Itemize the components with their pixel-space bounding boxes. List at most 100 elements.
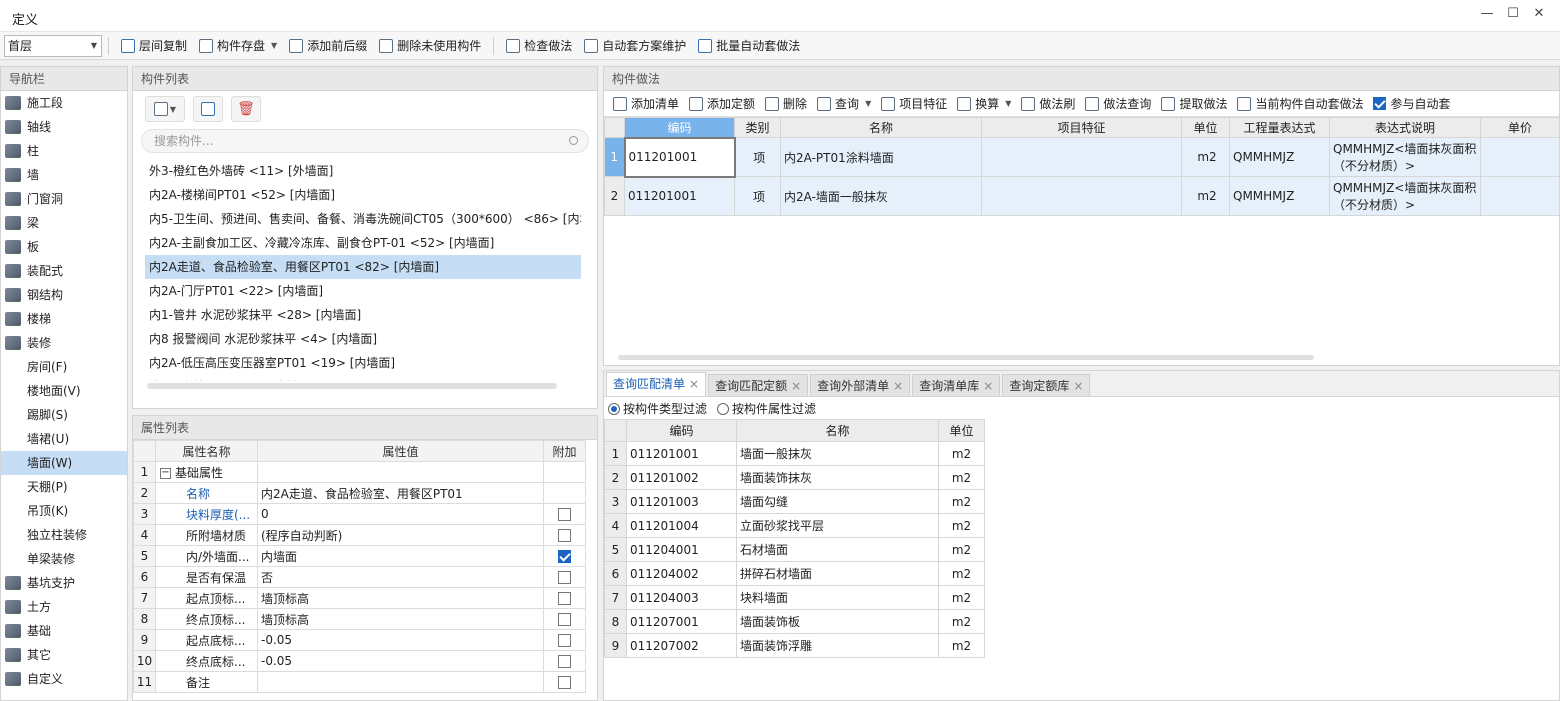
copy-between-floors-button[interactable]: 层间复制 bbox=[115, 35, 193, 57]
copy-component-button[interactable] bbox=[193, 96, 223, 122]
table-row[interactable]: 6 是否有保温否 bbox=[133, 566, 586, 588]
method-tool-button[interactable]: 项目特征 bbox=[876, 93, 952, 115]
nav-item[interactable]: 其它 bbox=[1, 643, 127, 667]
nav-item[interactable]: 土方 bbox=[1, 595, 127, 619]
nav-item[interactable]: 门窗洞 bbox=[1, 187, 127, 211]
property-value[interactable]: 否 bbox=[257, 566, 544, 588]
filter-by-type-radio[interactable]: 按构件类型过滤 bbox=[608, 400, 707, 417]
table-row[interactable]: 10 终点底标... -0.05 bbox=[133, 650, 586, 672]
component-item[interactable]: 内2A走道、食品检验室、用餐区PT01 <82> [内墙面] bbox=[145, 255, 581, 279]
method-tool-button[interactable]: 参与自动套 bbox=[1368, 93, 1455, 115]
nav-subitem[interactable]: 房间(F) bbox=[1, 355, 127, 379]
cell-type[interactable]: 项 bbox=[734, 137, 781, 177]
cell-type[interactable]: 项 bbox=[734, 176, 781, 216]
check-method-button[interactable]: 检查做法 bbox=[500, 35, 578, 57]
horizontal-scrollbar[interactable] bbox=[147, 383, 557, 389]
extra-checkbox[interactable] bbox=[558, 676, 571, 689]
cell-code[interactable]: 011201001 bbox=[623, 136, 736, 178]
component-item[interactable]: 内1-管井 水泥砂浆抹平 <28> [内墙面] bbox=[133, 303, 581, 327]
method-tool-button[interactable]: 删除 bbox=[760, 93, 812, 115]
cell-desc[interactable]: QMMHMJZ<墙面抹灰面积（不分材质）> bbox=[1329, 176, 1481, 216]
horizontal-scrollbar[interactable] bbox=[618, 355, 1314, 360]
property-value[interactable]: 内2A走道、食品检验室、用餐区PT01 bbox=[257, 482, 544, 504]
component-item[interactable]: 内2A-主副食加工区、冷藏冷冻库、副食仓PT-01 <52> [内墙面] bbox=[133, 231, 581, 255]
method-tool-button[interactable]: 提取做法 bbox=[1156, 93, 1232, 115]
nav-subitem[interactable]: 独立柱装修 bbox=[1, 523, 127, 547]
floor-select[interactable]: 首层 ▼ bbox=[4, 34, 102, 57]
delete-component-button[interactable]: 🗑 bbox=[231, 96, 261, 122]
nav-subitem[interactable]: 墙面(W) bbox=[1, 451, 127, 475]
method-tool-button[interactable]: 换算 ▼ bbox=[952, 93, 1016, 115]
extra-checkbox[interactable] bbox=[558, 529, 571, 542]
table-row[interactable]: 6 011204002 拼碎石材墙面 m2 bbox=[604, 561, 985, 586]
collapse-icon[interactable]: − bbox=[160, 467, 171, 479]
property-value[interactable]: 内墙面 bbox=[257, 545, 544, 567]
filter-by-attribute-radio[interactable]: 按构件属性过滤 bbox=[717, 400, 816, 417]
table-row[interactable]: 8 终点顶标... 墙顶标高 bbox=[133, 608, 586, 630]
extra-checkbox[interactable] bbox=[558, 655, 571, 668]
method-tool-button[interactable]: 做法刷 bbox=[1016, 93, 1080, 115]
cell-unit[interactable]: m2 bbox=[1181, 137, 1230, 177]
component-item[interactable]: 内5-卫生间、预进间、售卖间、备餐、消毒洗碗间CT05（300*600） <86… bbox=[133, 207, 581, 231]
method-tool-button[interactable]: 添加清单 bbox=[608, 93, 684, 115]
nav-item[interactable]: 基坑支护 bbox=[1, 571, 127, 595]
component-item[interactable]: 外3-橙红色外墙砖 <11> [外墙面] bbox=[133, 159, 581, 183]
nav-subitem[interactable]: 踢脚(S) bbox=[1, 403, 127, 427]
nav-subitem[interactable]: 天棚(P) bbox=[1, 475, 127, 499]
table-row[interactable]: 5 011204001 石材墙面 m2 bbox=[604, 537, 985, 562]
table-row[interactable]: 1− 基础属性 bbox=[133, 461, 586, 483]
table-row[interactable]: 3 块料厚度(... 0 bbox=[133, 503, 586, 525]
property-value[interactable] bbox=[257, 671, 544, 693]
nav-item[interactable]: 装修 bbox=[1, 331, 127, 355]
table-row[interactable]: 3 011201003 墙面勾缝 m2 bbox=[604, 489, 985, 514]
close-icon[interactable]: × bbox=[791, 379, 801, 393]
nav-subitem[interactable]: 楼地面(V) bbox=[1, 379, 127, 403]
component-item[interactable]: 内2A-室外PT01 <5> [内墙面] bbox=[133, 375, 581, 381]
nav-item[interactable]: 装配式 bbox=[1, 259, 127, 283]
cell-price[interactable] bbox=[1480, 137, 1560, 177]
component-search-input[interactable]: 搜索构件... bbox=[141, 129, 589, 153]
close-icon[interactable]: × bbox=[983, 379, 993, 393]
nav-item[interactable]: 板 bbox=[1, 235, 127, 259]
property-value[interactable]: -0.05 bbox=[257, 650, 544, 672]
close-icon[interactable]: × bbox=[689, 377, 699, 391]
auto-scheme-button[interactable]: 自动套方案维护 bbox=[578, 35, 692, 57]
query-tab[interactable]: 查询匹配清单 × bbox=[606, 372, 707, 396]
nav-item[interactable]: 轴线 bbox=[1, 115, 127, 139]
extra-checkbox[interactable] bbox=[558, 550, 571, 563]
query-tab[interactable]: 查询匹配定额 × bbox=[708, 374, 809, 396]
property-value[interactable] bbox=[257, 461, 544, 483]
batch-auto-button[interactable]: 批量自动套做法 bbox=[692, 35, 806, 57]
component-item[interactable]: 内2A-低压高压变压器室PT01 <19> [内墙面] bbox=[133, 351, 581, 375]
cell-code[interactable]: 011201001 bbox=[624, 176, 735, 216]
component-item[interactable]: 内2A-门厅PT01 <22> [内墙面] bbox=[133, 279, 581, 303]
component-item[interactable]: 内8 报警阀间 水泥砂浆抹平 <4> [内墙面] bbox=[133, 327, 581, 351]
auto-apply-checkbox[interactable] bbox=[1373, 97, 1387, 110]
nav-item[interactable]: 柱 bbox=[1, 139, 127, 163]
cell-name[interactable]: 内2A-PT01涂料墙面 bbox=[780, 137, 982, 177]
query-tab[interactable]: 查询外部清单 × bbox=[810, 374, 911, 396]
table-row[interactable]: 4 011201004 立面砂浆找平层 m2 bbox=[604, 513, 985, 538]
extra-checkbox[interactable] bbox=[558, 592, 571, 605]
add-prefix-suffix-button[interactable]: 添加前后缀 bbox=[283, 35, 373, 57]
property-value[interactable]: 墙顶标高 bbox=[257, 587, 544, 609]
close-button[interactable]: ✕ bbox=[1528, 6, 1550, 21]
cell-price[interactable] bbox=[1480, 176, 1560, 216]
nav-item[interactable]: 钢结构 bbox=[1, 283, 127, 307]
close-icon[interactable]: × bbox=[1073, 379, 1083, 393]
table-row[interactable]: 5 内/外墙面... 内墙面 bbox=[133, 545, 586, 567]
close-icon[interactable]: × bbox=[893, 379, 903, 393]
nav-item[interactable]: 梁 bbox=[1, 211, 127, 235]
property-value[interactable]: 0 bbox=[257, 503, 544, 525]
nav-item[interactable]: 楼梯 bbox=[1, 307, 127, 331]
method-tool-button[interactable]: 做法查询 bbox=[1080, 93, 1156, 115]
cell-expr[interactable]: QMMHMJZ bbox=[1229, 176, 1330, 216]
nav-item[interactable]: 施工段 bbox=[1, 91, 127, 115]
extra-checkbox[interactable] bbox=[558, 634, 571, 647]
property-value[interactable]: -0.05 bbox=[257, 629, 544, 651]
nav-subitem[interactable]: 吊顶(K) bbox=[1, 499, 127, 523]
save-component-button[interactable]: 构件存盘 ▼ bbox=[193, 35, 283, 57]
table-row[interactable]: 1 011201001 墙面一般抹灰 m2 bbox=[604, 441, 985, 466]
method-tool-button[interactable]: 当前构件自动套做法 bbox=[1232, 93, 1368, 115]
component-item[interactable]: 内2A-楼梯间PT01 <52> [内墙面] bbox=[133, 183, 581, 207]
